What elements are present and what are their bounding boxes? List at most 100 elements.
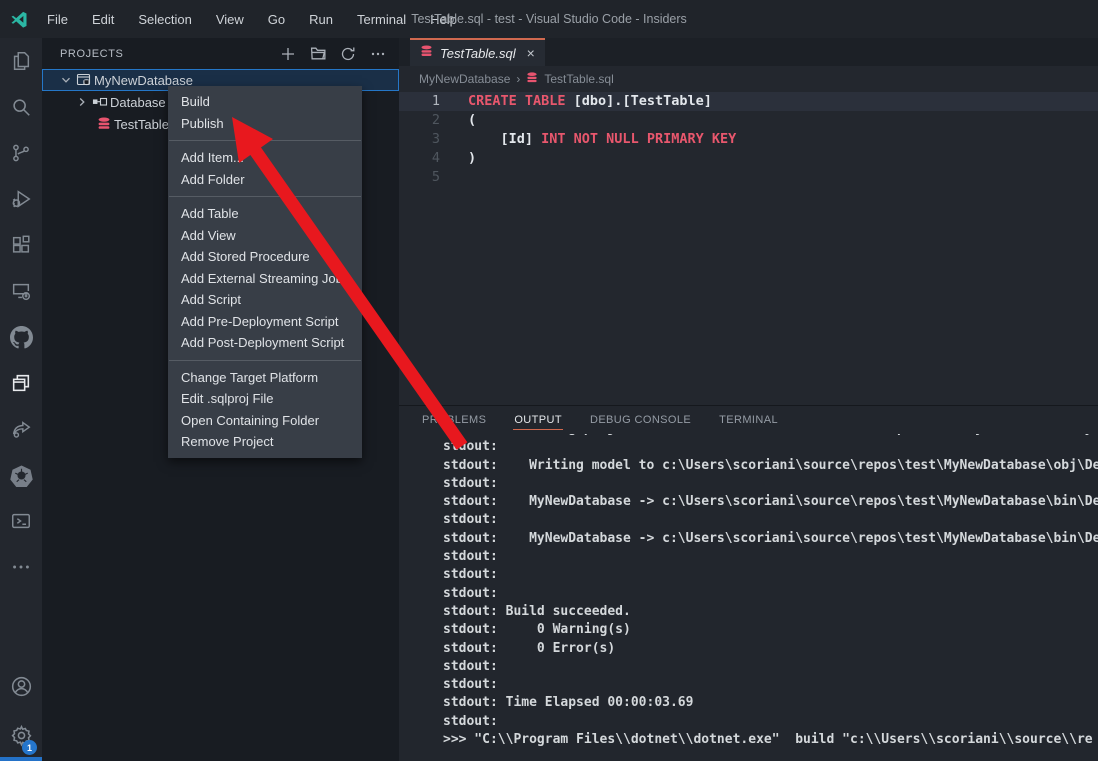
code-text: ) bbox=[440, 149, 476, 168]
accounts-icon[interactable] bbox=[0, 663, 42, 709]
sidebar-header: PROJECTS bbox=[42, 38, 399, 69]
context-menu-item-add-post-deployment-script[interactable]: Add Post-Deployment Script bbox=[168, 332, 362, 354]
menu-bar: File Edit Selection View Go Run Terminal Help bbox=[38, 8, 466, 31]
tree-item-label: Database bbox=[110, 95, 166, 110]
explorer-icon[interactable] bbox=[0, 38, 42, 84]
breadcrumb-project[interactable]: MyNewDatabase bbox=[419, 72, 510, 86]
context-menu-item-publish[interactable]: Publish bbox=[168, 113, 362, 135]
powershell-icon[interactable] bbox=[0, 498, 42, 544]
menu-separator bbox=[169, 140, 361, 141]
editor-tab-strip: TestTable.sql × bbox=[399, 38, 1098, 66]
context-menu-item-add-item[interactable]: Add Item... bbox=[168, 147, 362, 169]
line-number: 5 bbox=[399, 168, 440, 187]
panel-tab-output[interactable]: OUTPUT bbox=[513, 409, 563, 430]
menu-help[interactable]: Help bbox=[421, 8, 466, 31]
activity-bar: 1 bbox=[0, 38, 42, 761]
context-menu-item-add-stored-procedure[interactable]: Add Stored Procedure bbox=[168, 246, 362, 268]
run-and-debug-icon[interactable] bbox=[0, 176, 42, 222]
context-menu-item-add-view[interactable]: Add View bbox=[168, 225, 362, 247]
sql-text: ) bbox=[468, 150, 476, 166]
log-line: stdout: bbox=[399, 475, 1098, 493]
refresh-icon[interactable] bbox=[337, 43, 359, 65]
code-text: [Id] INT NOT NULL PRIMARY KEY bbox=[440, 130, 736, 149]
context-menu-item-edit-sqlproj-file[interactable]: Edit .sqlproj File bbox=[168, 388, 362, 410]
log-line: stdout: Time Elapsed 00:00:03.69 bbox=[399, 694, 1098, 712]
source-control-icon[interactable] bbox=[0, 130, 42, 176]
breadcrumb-separator: › bbox=[516, 72, 520, 86]
breadcrumb-file[interactable]: TestTable.sql bbox=[544, 72, 613, 86]
panel-tabs: PROBLEMS OUTPUT DEBUG CONSOLE TERMINAL bbox=[399, 406, 1098, 433]
context-menu-item-build[interactable]: Build bbox=[168, 91, 362, 113]
context-menu-item-add-pre-deployment-script[interactable]: Add Pre-Deployment Script bbox=[168, 311, 362, 333]
code-line: 3 [Id] INT NOT NULL PRIMARY KEY bbox=[399, 130, 1098, 149]
chevron-down-icon[interactable] bbox=[58, 75, 74, 85]
log-line-clipped: stdout: Using project file c:\Users\scor… bbox=[399, 434, 1098, 438]
menu-view[interactable]: View bbox=[207, 8, 253, 31]
output-log[interactable]: stdout: Using project file c:\Users\scor… bbox=[399, 434, 1098, 761]
more-actions-icon[interactable] bbox=[0, 544, 42, 590]
log-line: stdout: bbox=[399, 585, 1098, 603]
close-tab-icon[interactable]: × bbox=[527, 45, 535, 61]
line-number: 3 bbox=[399, 130, 440, 149]
title-bar: File Edit Selection View Go Run Terminal Help T… bbox=[0, 0, 1098, 38]
menu-run[interactable]: Run bbox=[300, 8, 342, 31]
extensions-icon[interactable] bbox=[0, 222, 42, 268]
kubernetes-icon[interactable] bbox=[0, 452, 42, 498]
database-projects-icon[interactable] bbox=[0, 360, 42, 406]
database-project-icon bbox=[74, 72, 94, 88]
log-line: stdout: Writing model to c:\Users\scoria… bbox=[399, 457, 1098, 475]
share-icon[interactable] bbox=[0, 406, 42, 452]
log-line: stdout: Build succeeded. bbox=[399, 603, 1098, 621]
log-line: stdout: bbox=[399, 548, 1098, 566]
menu-selection[interactable]: Selection bbox=[129, 8, 200, 31]
sql-text: [Id] bbox=[468, 131, 533, 147]
menu-edit[interactable]: Edit bbox=[83, 8, 123, 31]
line-number: 4 bbox=[399, 149, 440, 168]
sidebar-actions bbox=[277, 43, 389, 65]
log-line: stdout: bbox=[399, 566, 1098, 584]
code-text: CREATE TABLE [dbo].[TestTable] bbox=[440, 92, 712, 111]
log-line: stdout: 0 Error(s) bbox=[399, 640, 1098, 658]
log-line: stdout: bbox=[399, 676, 1098, 694]
sidebar-title: PROJECTS bbox=[60, 48, 123, 60]
context-menu-item-add-external-streaming-job[interactable]: Add External Streaming Job bbox=[168, 268, 362, 290]
new-project-icon[interactable] bbox=[277, 43, 299, 65]
menu-file[interactable]: File bbox=[38, 8, 77, 31]
bottom-panel: PROBLEMS OUTPUT DEBUG CONSOLE TERMINAL stdo… bbox=[399, 405, 1098, 761]
remote-explorer-icon[interactable] bbox=[0, 268, 42, 314]
panel-tab-problems[interactable]: PROBLEMS bbox=[421, 409, 487, 430]
sql-keyword: INT NOT NULL PRIMARY KEY bbox=[533, 131, 736, 147]
menu-go[interactable]: Go bbox=[259, 8, 294, 31]
panel-tab-terminal[interactable]: TERMINAL bbox=[718, 409, 779, 430]
context-menu-item-add-folder[interactable]: Add Folder bbox=[168, 169, 362, 191]
vscode-insiders-logo bbox=[0, 10, 38, 28]
vscode-window: File Edit Selection View Go Run Terminal Help T… bbox=[0, 0, 1098, 761]
log-line: stdout: MyNewDatabase -> c:\Users\scoria… bbox=[399, 530, 1098, 548]
chevron-right-icon[interactable] bbox=[74, 97, 90, 107]
context-menu-item-add-table[interactable]: Add Table bbox=[168, 203, 362, 225]
search-icon[interactable] bbox=[0, 84, 42, 130]
references-icon bbox=[90, 94, 110, 110]
context-menu-item-open-containing-folder[interactable]: Open Containing Folder bbox=[168, 410, 362, 432]
panel-tab-debug-console[interactable]: DEBUG CONSOLE bbox=[589, 409, 692, 430]
database-file-icon bbox=[420, 45, 433, 61]
tab-label: TestTable.sql bbox=[440, 46, 516, 61]
sql-text: [dbo].[TestTable] bbox=[574, 93, 712, 109]
settings-gear-icon[interactable]: 1 bbox=[0, 709, 42, 761]
project-context-menu: BuildPublish Add Item...Add Folder Add Tab… bbox=[168, 86, 362, 458]
code-editor[interactable]: 1CREATE TABLE [dbo].[TestTable]2(3 [Id] … bbox=[399, 92, 1098, 405]
log-line: stdout: bbox=[399, 713, 1098, 731]
more-icon[interactable] bbox=[367, 43, 389, 65]
code-text bbox=[440, 168, 468, 187]
log-line: >>> "C:\\Program Files\\dotnet\\dotnet.e… bbox=[399, 731, 1098, 749]
open-folder-icon[interactable] bbox=[307, 43, 329, 65]
context-menu-item-change-target-platform[interactable]: Change Target Platform bbox=[168, 367, 362, 389]
menu-separator bbox=[169, 196, 361, 197]
github-icon[interactable] bbox=[0, 314, 42, 360]
log-line: stdout: bbox=[399, 511, 1098, 529]
line-number: 2 bbox=[399, 111, 440, 130]
tab-testtable-sql[interactable]: TestTable.sql × bbox=[410, 38, 545, 66]
menu-terminal[interactable]: Terminal bbox=[348, 8, 415, 31]
context-menu-item-remove-project[interactable]: Remove Project bbox=[168, 431, 362, 453]
context-menu-item-add-script[interactable]: Add Script bbox=[168, 289, 362, 311]
